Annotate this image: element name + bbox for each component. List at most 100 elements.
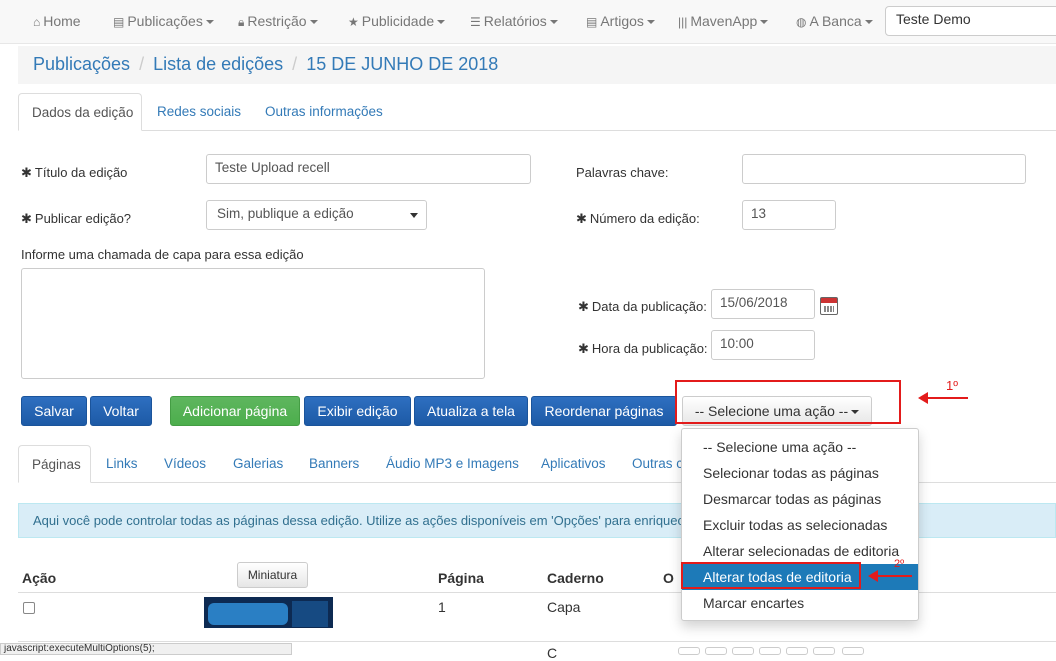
hora-label: ✱ Hora da publicação: <box>578 341 708 356</box>
tab-videos[interactable]: Vídeos <box>151 445 219 483</box>
option-button[interactable] <box>786 647 808 655</box>
table-row-divider <box>18 641 1056 642</box>
top-navbar: ⌂ Home ▤ Publicações 🔒︎ Restrição ★ Publicid… <box>0 0 1056 44</box>
col-caderno: Caderno <box>547 570 604 586</box>
tab-dados-edicao[interactable]: Dados da edição <box>18 93 142 131</box>
annotation-label-2: 2º <box>894 558 905 570</box>
tab-links[interactable]: Links <box>93 445 151 483</box>
required-asterisk-icon: ✱ <box>21 165 32 180</box>
tab-audio-imagens[interactable]: Áudio MP3 e Imagens <box>373 445 532 483</box>
publicar-select[interactable]: Sim, publique a edição <box>206 200 427 230</box>
palavras-input[interactable] <box>742 154 1026 184</box>
hora-input[interactable]: 10:00 <box>711 330 815 360</box>
chamada-label: Informe uma chamada de capa para essa ed… <box>21 247 304 262</box>
breadcrumb-lista-edicoes[interactable]: Lista de edições <box>153 54 283 74</box>
miniatura-button[interactable]: Miniatura <box>237 562 308 588</box>
exibir-edicao-button[interactable]: Exibir edição <box>304 396 411 426</box>
nav-a-banca[interactable]: ◍ A Banca <box>796 0 873 44</box>
palavras-label: Palavras chave: <box>576 165 669 180</box>
row-checkbox[interactable] <box>23 602 35 614</box>
annotation-box-1 <box>675 380 901 424</box>
publicar-label: ✱ Publicar edição? <box>21 211 132 226</box>
nav-restricao[interactable]: 🔒︎ Restrição <box>238 0 318 44</box>
annotation-arrow-2 <box>876 575 912 577</box>
col-acao: Ação <box>22 570 57 586</box>
tab-banners[interactable]: Banners <box>296 445 372 483</box>
option-button[interactable] <box>678 647 700 655</box>
chevron-down-icon <box>410 213 418 218</box>
user-field[interactable]: Teste Demo <box>885 6 1056 36</box>
tab-paginas[interactable]: Páginas <box>18 445 91 483</box>
barcode-icon: ||| <box>678 15 688 29</box>
caret-down-icon <box>437 20 446 25</box>
data-label: ✱ Data da publicação: <box>578 299 707 314</box>
browser-status-bar: javascript:executeMultiOptions(5); <box>0 643 292 655</box>
action-option-select-all[interactable]: Selecionar todas as páginas <box>682 460 918 486</box>
voltar-button[interactable]: Voltar <box>90 396 152 426</box>
numero-input[interactable]: 13 <box>742 200 836 230</box>
action-option-mark-inserts[interactable]: Marcar encartes <box>682 590 918 616</box>
option-button[interactable] <box>813 647 835 655</box>
option-button[interactable] <box>705 647 727 655</box>
caret-down-icon <box>205 20 214 25</box>
row-caderno: Capa <box>547 599 581 615</box>
option-button[interactable] <box>842 647 864 655</box>
nav-mavenapp[interactable]: ||| MavenApp <box>678 0 769 44</box>
required-asterisk-icon: ✱ <box>578 341 589 356</box>
edition-tabs: Dados da edição Redes sociais Outras inf… <box>18 93 1056 131</box>
caret-down-icon <box>309 20 318 25</box>
tab-aplicativos[interactable]: Aplicativos <box>528 445 619 483</box>
titulo-input[interactable]: Teste Upload recell <box>206 154 531 184</box>
list-icon: ☰ <box>470 15 481 29</box>
calendar-icon[interactable] <box>820 297 838 315</box>
breadcrumb-current: 15 DE JUNHO DE 2018 <box>306 54 499 74</box>
annotation-label-1: 1º <box>946 378 958 393</box>
chamada-textarea[interactable] <box>21 268 485 379</box>
row-caderno: C <box>547 645 558 661</box>
required-asterisk-icon: ✱ <box>578 299 589 314</box>
required-asterisk-icon: ✱ <box>21 211 32 226</box>
option-button[interactable] <box>732 647 754 655</box>
action-option-placeholder[interactable]: -- Selecione uma ação -- <box>682 434 918 460</box>
nav-publicacoes[interactable]: ▤ Publicações <box>113 0 214 44</box>
tab-outras-informacoes[interactable]: Outras informações <box>252 93 396 131</box>
star-icon: ★ <box>348 15 359 29</box>
tab-galerias[interactable]: Galerias <box>220 445 296 483</box>
annotation-box-2 <box>681 562 861 589</box>
row-pagina: 1 <box>438 599 446 615</box>
numero-label: ✱ Número da edição: <box>576 211 700 226</box>
col-opcoes: O <box>663 570 674 586</box>
page-thumbnail[interactable] <box>204 597 333 637</box>
home-icon: ⌂ <box>33 15 41 29</box>
nav-publicidade[interactable]: ★ Publicidade <box>348 0 446 44</box>
annotation-arrowhead-1 <box>918 392 928 404</box>
caret-down-icon <box>864 20 873 25</box>
action-option-change-selected-editoria[interactable]: Alterar selecionadas de editoria <box>682 538 918 564</box>
action-option-deselect-all[interactable]: Desmarcar todas as páginas <box>682 486 918 512</box>
salvar-button[interactable]: Salvar <box>21 396 87 426</box>
breadcrumb: Publicações / Lista de edições/15 DE JUNHO… <box>18 46 1056 84</box>
required-asterisk-icon: ✱ <box>576 211 587 226</box>
nav-home[interactable]: ⌂ Home <box>33 0 81 44</box>
action-dropdown-menu: -- Selecione uma ação -- Selecionar toda… <box>681 428 919 621</box>
atualiza-tela-button[interactable]: Atualiza a tela <box>414 396 528 426</box>
annotation-arrowhead-2 <box>868 570 878 582</box>
reordenar-paginas-button[interactable]: Reordenar páginas <box>531 396 677 426</box>
action-option-delete-selected[interactable]: Excluir todas as selecionadas <box>682 512 918 538</box>
breadcrumb-publicacoes[interactable]: Publicações <box>33 54 130 74</box>
option-button[interactable] <box>759 647 781 655</box>
caret-down-icon <box>646 20 655 25</box>
data-input[interactable]: 15/06/2018 <box>711 289 815 319</box>
file-icon: ▤ <box>113 15 125 29</box>
titulo-label: ✱ Título da edição <box>21 165 128 180</box>
caret-down-icon <box>760 20 769 25</box>
tab-redes-sociais[interactable]: Redes sociais <box>144 93 254 131</box>
file-icon: ▤ <box>586 15 598 29</box>
globe-icon: ◍ <box>796 15 807 29</box>
col-pagina: Página <box>438 570 484 586</box>
adicionar-pagina-button[interactable]: Adicionar página <box>170 396 300 426</box>
lock-icon: 🔒︎ <box>238 15 245 29</box>
caret-down-icon <box>549 20 558 25</box>
nav-relatorios[interactable]: ☰ Relatórios <box>470 0 558 44</box>
nav-artigos[interactable]: ▤ Artigos <box>586 0 655 44</box>
